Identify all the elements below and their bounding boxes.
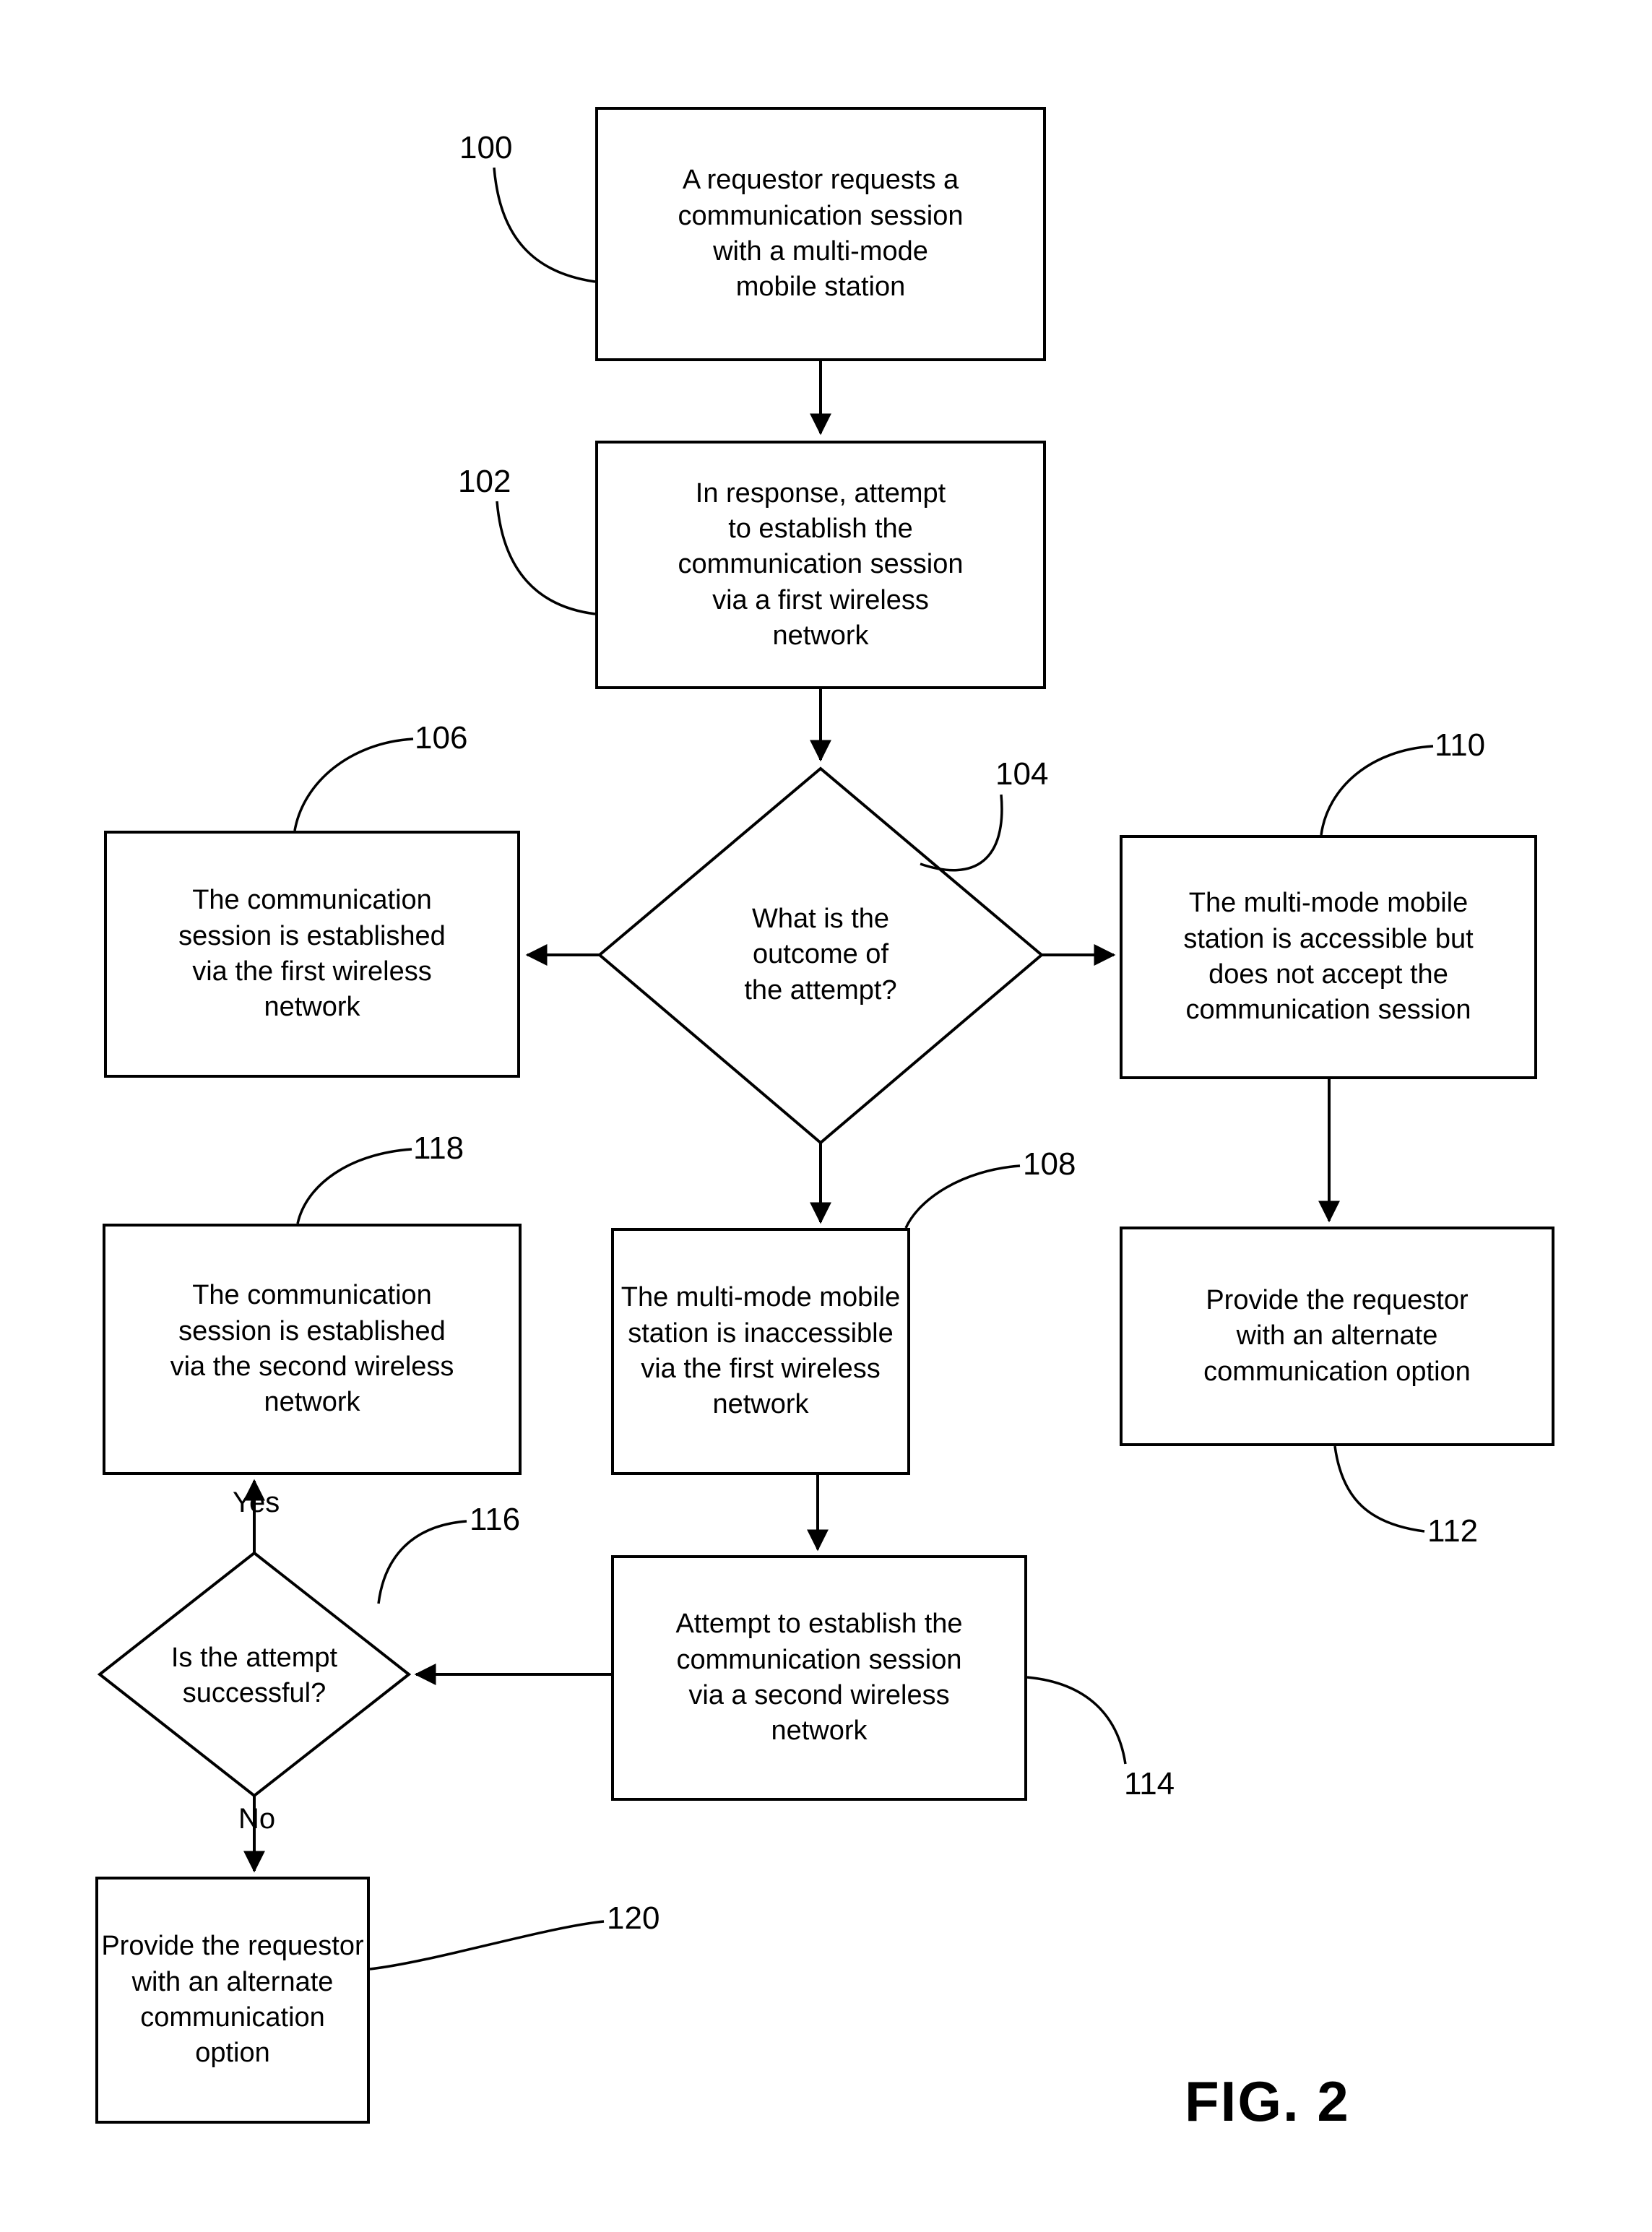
leader-line-100	[493, 167, 596, 283]
node-108: The multi-mode mobile station is inacces…	[604, 1229, 917, 1474]
ref-number-110: 110	[1435, 727, 1486, 763]
leader-line-110	[1320, 745, 1434, 836]
ref-number-106: 106	[415, 720, 468, 756]
node-116-text: Is the attempt successful?	[170, 1642, 338, 1708]
node-100: A requestor requests a communication ses…	[597, 108, 1045, 360]
node-114-text: Attempt to establish the communication s…	[675, 1609, 963, 1747]
ref-number-100: 100	[459, 130, 513, 165]
ref-number-108: 108	[1023, 1146, 1076, 1182]
node-118-text: The communication session is established…	[170, 1280, 454, 1418]
leader-line-114	[1026, 1676, 1127, 1765]
node-110: The multi-mode mobile station is accessi…	[1121, 836, 1536, 1078]
node-108-text: The multi-mode mobile station is inacces…	[620, 1282, 901, 1420]
leader-line-102	[496, 501, 596, 615]
node-104: What is the outcome of the attempt?	[676, 860, 965, 1050]
edge-label-no: No	[238, 1803, 276, 1835]
leader-line-112	[1333, 1445, 1425, 1533]
leader-line-106	[293, 737, 414, 831]
node-100-text: A requestor requests a communication ses…	[678, 165, 964, 303]
node-120-text: Provide the requestor with an alternate …	[101, 1931, 364, 2069]
node-118: The communication session is established…	[104, 1225, 520, 1474]
node-104-text: What is the outcome of the attempt?	[744, 903, 897, 1005]
ref-number-114: 114	[1124, 1766, 1175, 1801]
ref-number-112: 112	[1427, 1513, 1479, 1549]
node-116: Is the attempt successful?	[117, 1618, 392, 1734]
leader-line-108	[904, 1164, 1021, 1229]
ref-number-116: 116	[470, 1502, 521, 1537]
leader-line-116	[377, 1520, 467, 1604]
edge-label-yes: Yes	[233, 1487, 280, 1518]
node-106-text: The communication session is established…	[178, 885, 446, 1023]
ref-number-120: 120	[607, 1900, 660, 1936]
node-120: Provide the requestor with an alternate …	[92, 1878, 373, 2122]
node-102: In response, attempt to establish the co…	[597, 442, 1045, 688]
ref-number-102: 102	[458, 464, 511, 499]
node-106: The communication session is established…	[105, 832, 519, 1076]
node-110-text: The multi-mode mobile station is accessi…	[1183, 888, 1474, 1026]
patent-figure-page: A requestor requests a communication ses…	[0, 0, 1652, 2232]
leader-line-120	[369, 1920, 605, 1971]
node-102-text: In response, attempt to establish the co…	[678, 477, 964, 652]
leader-line-118	[296, 1148, 412, 1224]
node-112: Provide the requestor with an alternate …	[1121, 1228, 1553, 1445]
figure-label: FIG. 2	[1185, 2069, 1350, 2133]
node-114: Attempt to establish the communication s…	[613, 1557, 1026, 1799]
node-112-text: Provide the requestor with an alternate …	[1203, 1284, 1471, 1387]
ref-number-104: 104	[995, 756, 1049, 792]
ref-number-118: 118	[413, 1130, 464, 1166]
